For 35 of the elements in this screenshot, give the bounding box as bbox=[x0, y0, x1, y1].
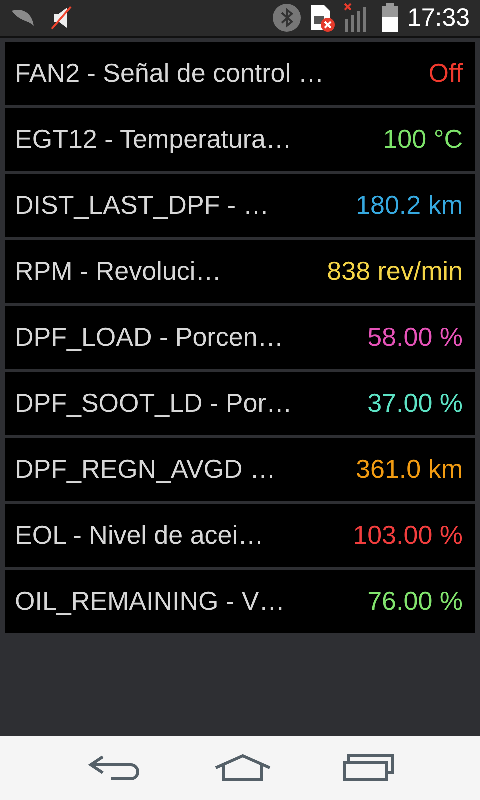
sensor-row[interactable]: DPF_LOAD - Porcen… 58.00 % bbox=[5, 306, 475, 369]
sensor-row[interactable]: DPF_REGN_AVGD … 361.0 km bbox=[5, 438, 475, 501]
sensor-row[interactable]: EGT12 - Temperatura… 100 °C bbox=[5, 108, 475, 171]
sensor-value: 180.2 km bbox=[356, 190, 463, 221]
sensor-name: DPF_LOAD - Porcen… bbox=[15, 322, 284, 353]
sensor-value: 76.00 % bbox=[368, 586, 463, 617]
sensor-row[interactable]: DPF_SOOT_LD - Por… 37.00 % bbox=[5, 372, 475, 435]
sensor-name: OIL_REMAINING - V… bbox=[15, 586, 286, 617]
sensor-name: FAN2 - Señal de control … bbox=[15, 58, 324, 89]
clock-time: 17:33 bbox=[407, 4, 470, 32]
sensor-name: RPM - Revoluci… bbox=[15, 256, 222, 287]
battery-icon bbox=[381, 3, 400, 33]
mute-icon bbox=[50, 6, 72, 30]
sensor-value: 58.00 % bbox=[368, 322, 463, 353]
sensor-value: 103.00 % bbox=[353, 520, 463, 551]
sensor-name: DPF_SOOT_LD - Por… bbox=[15, 388, 292, 419]
sensor-value: 838 rev/min bbox=[327, 256, 463, 287]
sensor-row[interactable]: FAN2 - Señal de control … Off bbox=[5, 42, 475, 105]
bluetooth-icon bbox=[273, 4, 302, 32]
sensor-name: DIST_LAST_DPF - … bbox=[15, 190, 270, 221]
sensor-row[interactable]: DIST_LAST_DPF - … 180.2 km bbox=[5, 174, 475, 237]
sensor-value: 361.0 km bbox=[356, 454, 463, 485]
sensor-row[interactable]: RPM - Revoluci… 838 rev/min bbox=[5, 240, 475, 303]
sensor-value: 100 °C bbox=[383, 124, 463, 155]
sensor-value: 37.00 % bbox=[368, 388, 463, 419]
sim-card-icon bbox=[309, 4, 336, 32]
sensor-value: Off bbox=[428, 58, 463, 89]
home-icon[interactable] bbox=[214, 754, 272, 782]
sensor-name: EOL - Nivel de acei… bbox=[15, 520, 264, 551]
sensor-name: DPF_REGN_AVGD … bbox=[15, 454, 276, 485]
leaf-icon bbox=[10, 8, 36, 28]
sensor-row[interactable]: EOL - Nivel de acei… 103.00 % bbox=[5, 504, 475, 567]
sensor-row[interactable]: OIL_REMAINING - V… 76.00 % bbox=[5, 570, 475, 633]
sensor-name: EGT12 - Temperatura… bbox=[15, 124, 292, 155]
recent-apps-icon[interactable] bbox=[342, 754, 395, 782]
